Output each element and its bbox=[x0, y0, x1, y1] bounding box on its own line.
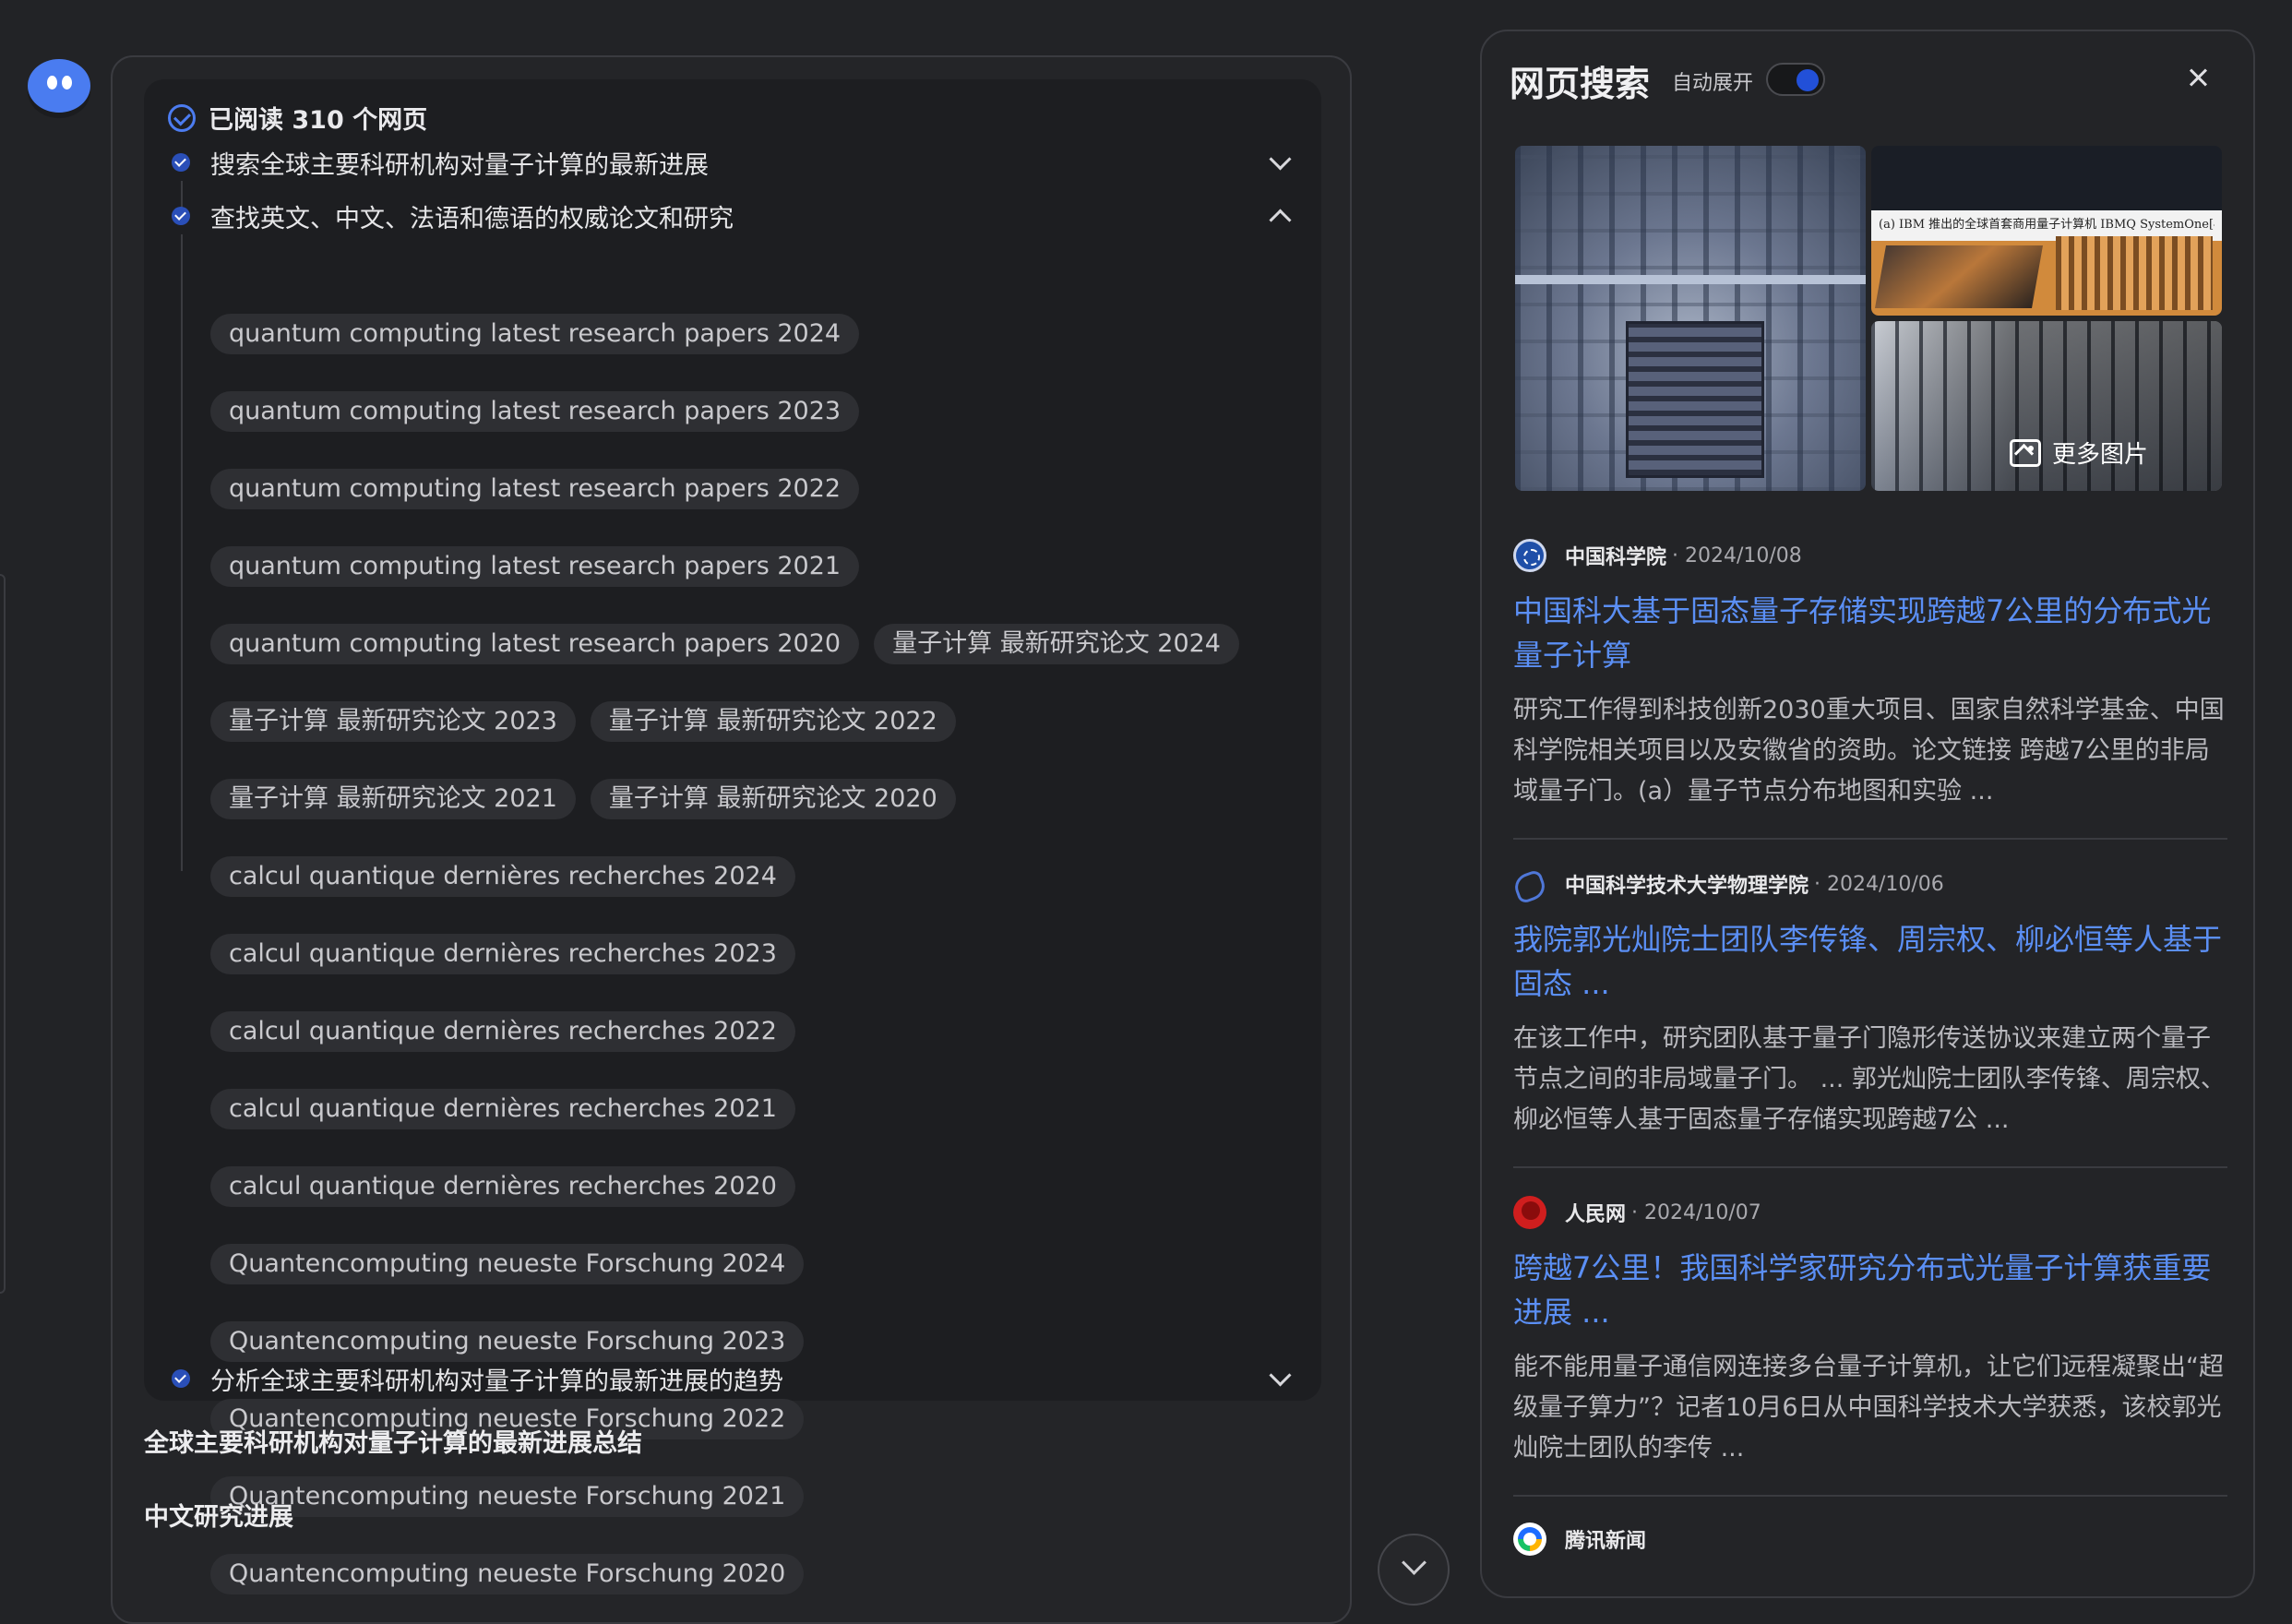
result-snippet: 在该工作中，研究团队基于量子门隐形传送协议来建立两个量子节点之间的非局域量子门。… bbox=[1513, 1024, 2226, 1134]
search-result[interactable]: 人民网 · 2024/10/07 跨越7公里！我国科学家研究分布式光量子计算获重… bbox=[1513, 1194, 2227, 1469]
people-daily-logo-icon bbox=[1513, 1196, 1546, 1229]
step-search-institutions[interactable]: 搜索全球主要科研机构对量子计算的最新进展 bbox=[172, 142, 1297, 183]
toggle-knob bbox=[1797, 69, 1819, 91]
step-label: 查找英文、中文、法语和德语的权威论文和研究 bbox=[210, 204, 734, 233]
read-pages-count: 已阅读 310 个网页 bbox=[209, 106, 428, 135]
search-query-chip[interactable]: 量子计算 最新研究论文 2020 bbox=[590, 779, 956, 819]
avatar-eye-left bbox=[47, 76, 57, 90]
step-check-icon bbox=[172, 207, 190, 225]
result-divider bbox=[1513, 1166, 2227, 1168]
source-name: 腾讯新闻 bbox=[1565, 1530, 1647, 1553]
step-label: 分析全球主要科研机构对量子计算的最新进展的趋势 bbox=[210, 1367, 783, 1396]
summary-heading: 全球主要科研机构对量子计算的最新进展总结 bbox=[144, 1429, 642, 1458]
image-gallery: (a) IBM 推出的全球首套商用量子计算机 IBMQ SystemOne[4]… bbox=[1515, 146, 2222, 491]
search-result[interactable]: 中国科学技术大学物理学院 · 2024/10/06 我院郭光灿院士团队李传锋、周… bbox=[1513, 866, 2227, 1140]
result-snippet: 能不能用量子通信网连接多台量子计算机，让它们远程凝聚出“超级量子算力”？记者10… bbox=[1513, 1353, 2224, 1463]
auto-expand-label: 自动展开 bbox=[1672, 72, 1754, 95]
step-find-papers[interactable]: 查找英文、中文、法语和德语的权威论文和研究 bbox=[172, 196, 1297, 236]
source-date: · 2024/10/07 bbox=[1631, 1200, 1761, 1224]
reading-progress-box: 已阅读 310 个网页 搜索全球主要科研机构对量子计算的最新进展 查找英文、中文… bbox=[144, 79, 1321, 1594]
result-source: 中国科学技术大学物理学院 · 2024/10/06 bbox=[1513, 866, 2227, 902]
chevron-down-icon[interactable] bbox=[1260, 144, 1297, 181]
close-icon[interactable] bbox=[2179, 59, 2216, 96]
step-analyze-trends[interactable]: 分析全球主要科研机构对量子计算的最新进展的趋势 bbox=[172, 1358, 1297, 1399]
search-query-chip[interactable]: quantum computing latest research papers… bbox=[210, 546, 860, 587]
search-query-list: quantum computing latest research papers… bbox=[210, 314, 1271, 1594]
result-divider bbox=[1513, 838, 2227, 840]
check-circle-icon bbox=[168, 103, 196, 132]
search-result[interactable]: 腾讯新闻 bbox=[1513, 1521, 2227, 1558]
search-query-chip[interactable]: Quantencomputing neueste Forschung 2021 bbox=[210, 1476, 805, 1517]
search-query-chip[interactable]: Quantencomputing neueste Forschung 2020 bbox=[210, 1554, 805, 1594]
search-query-chip[interactable]: 量子计算 最新研究论文 2024 bbox=[874, 624, 1239, 664]
web-search-panel: 网页搜索 自动展开 (a) IBM 推出的全球首套商用量子计算机 IBMQ Sy… bbox=[1480, 30, 2255, 1598]
search-query-chip[interactable]: quantum computing latest research papers… bbox=[210, 391, 860, 432]
scroll-down-button[interactable] bbox=[1378, 1534, 1450, 1606]
result-title-link[interactable]: 我院郭光灿院士团队李传锋、周宗权、柳必恒等人基于固态 ... bbox=[1513, 917, 2227, 1006]
result-divider bbox=[1513, 1495, 2227, 1497]
search-query-chip[interactable]: calcul quantique dernières recherches 20… bbox=[210, 856, 795, 897]
result-snippet: 研究工作得到科技创新2030重大项目、国家自然科学基金、中国科学院相关项目以及安… bbox=[1513, 696, 2225, 806]
panel-title: 网页搜索 bbox=[1510, 64, 1651, 104]
left-sidebar-edge bbox=[0, 574, 6, 1294]
source-date: · 2024/10/08 bbox=[1672, 543, 1802, 567]
auto-expand-toggle[interactable] bbox=[1766, 63, 1825, 96]
summary-subheading: 中文研究进展 bbox=[144, 1503, 293, 1532]
image-detail bbox=[1515, 275, 1866, 284]
source-date: · 2024/10/06 bbox=[1814, 872, 1944, 896]
chat-message-card: 已阅读 310 个网页 搜索全球主要科研机构对量子计算的最新进展 查找英文、中文… bbox=[111, 55, 1352, 1624]
read-pages-header[interactable]: 已阅读 310 个网页 bbox=[168, 100, 427, 136]
cas-logo-icon bbox=[1513, 539, 1546, 572]
image-caption: (a) IBM 推出的全球首套商用量子计算机 IBMQ SystemOne[4] bbox=[1879, 218, 2214, 232]
step-check-icon bbox=[172, 1369, 190, 1388]
result-source: 中国科学院 · 2024/10/08 bbox=[1513, 537, 2227, 574]
search-query-chip[interactable]: quantum computing latest research papers… bbox=[210, 314, 860, 354]
search-query-chip[interactable]: calcul quantique dernières recherches 20… bbox=[210, 1089, 795, 1129]
search-query-chip[interactable]: Quantencomputing neueste Forschung 2024 bbox=[210, 1244, 805, 1284]
step-label: 搜索全球主要科研机构对量子计算的最新进展 bbox=[210, 150, 709, 180]
search-query-chip[interactable]: quantum computing latest research papers… bbox=[210, 624, 860, 664]
search-query-chip[interactable]: calcul quantique dernières recherches 20… bbox=[210, 1166, 795, 1207]
search-query-chip[interactable]: quantum computing latest research papers… bbox=[210, 469, 860, 509]
image-detail bbox=[2056, 236, 2213, 310]
image-icon bbox=[2010, 438, 2041, 467]
chevron-up-icon[interactable] bbox=[1260, 197, 1297, 234]
assistant-avatar bbox=[28, 59, 90, 113]
more-images-tile[interactable]: 更多图片 bbox=[1871, 321, 2222, 491]
search-query-chip[interactable]: 量子计算 最新研究论文 2022 bbox=[590, 701, 956, 742]
source-name: 中国科学技术大学物理学院 bbox=[1565, 875, 1809, 898]
search-result[interactable]: 中国科学院 · 2024/10/08 中国科大基于固态量子存储实现跨越7公里的分… bbox=[1513, 537, 2227, 812]
result-title-link[interactable]: 中国科大基于固态量子存储实现跨越7公里的分布式光量子计算 bbox=[1513, 589, 2227, 677]
chevron-down-icon[interactable] bbox=[1260, 1360, 1297, 1397]
result-source: 腾讯新闻 bbox=[1513, 1521, 2227, 1558]
source-name: 人民网 bbox=[1565, 1203, 1627, 1226]
source-name: 中国科学院 bbox=[1565, 546, 1667, 569]
quantum-chip-image[interactable]: (a) IBM 推出的全球首套商用量子计算机 IBMQ SystemOne[4] bbox=[1871, 146, 2222, 316]
search-query-chip[interactable]: 量子计算 最新研究论文 2023 bbox=[210, 701, 576, 742]
step-connector-line bbox=[181, 234, 183, 871]
image-detail bbox=[1875, 245, 2043, 308]
search-query-chip[interactable]: Quantencomputing neueste Forschung 2023 bbox=[210, 1321, 805, 1362]
image-detail bbox=[1626, 321, 1764, 478]
avatar-eye-right bbox=[62, 76, 72, 90]
lab-equipment-image[interactable] bbox=[1515, 146, 1866, 491]
ustc-logo-icon bbox=[1513, 867, 1546, 901]
search-query-chip[interactable]: calcul quantique dernières recherches 20… bbox=[210, 934, 795, 974]
tencent-news-logo-icon bbox=[1513, 1522, 1546, 1556]
result-title-link[interactable]: 跨越7公里！我国科学家研究分布式光量子计算获重要进展 ... bbox=[1513, 1246, 2227, 1334]
result-source: 人民网 · 2024/10/07 bbox=[1513, 1194, 2227, 1231]
more-images-button[interactable]: 更多图片 bbox=[2010, 436, 2148, 470]
step-check-icon bbox=[172, 153, 190, 172]
search-query-chip[interactable]: 量子计算 最新研究论文 2021 bbox=[210, 779, 576, 819]
more-images-label: 更多图片 bbox=[2052, 441, 2149, 469]
search-query-chip[interactable]: calcul quantique dernières recherches 20… bbox=[210, 1011, 795, 1052]
